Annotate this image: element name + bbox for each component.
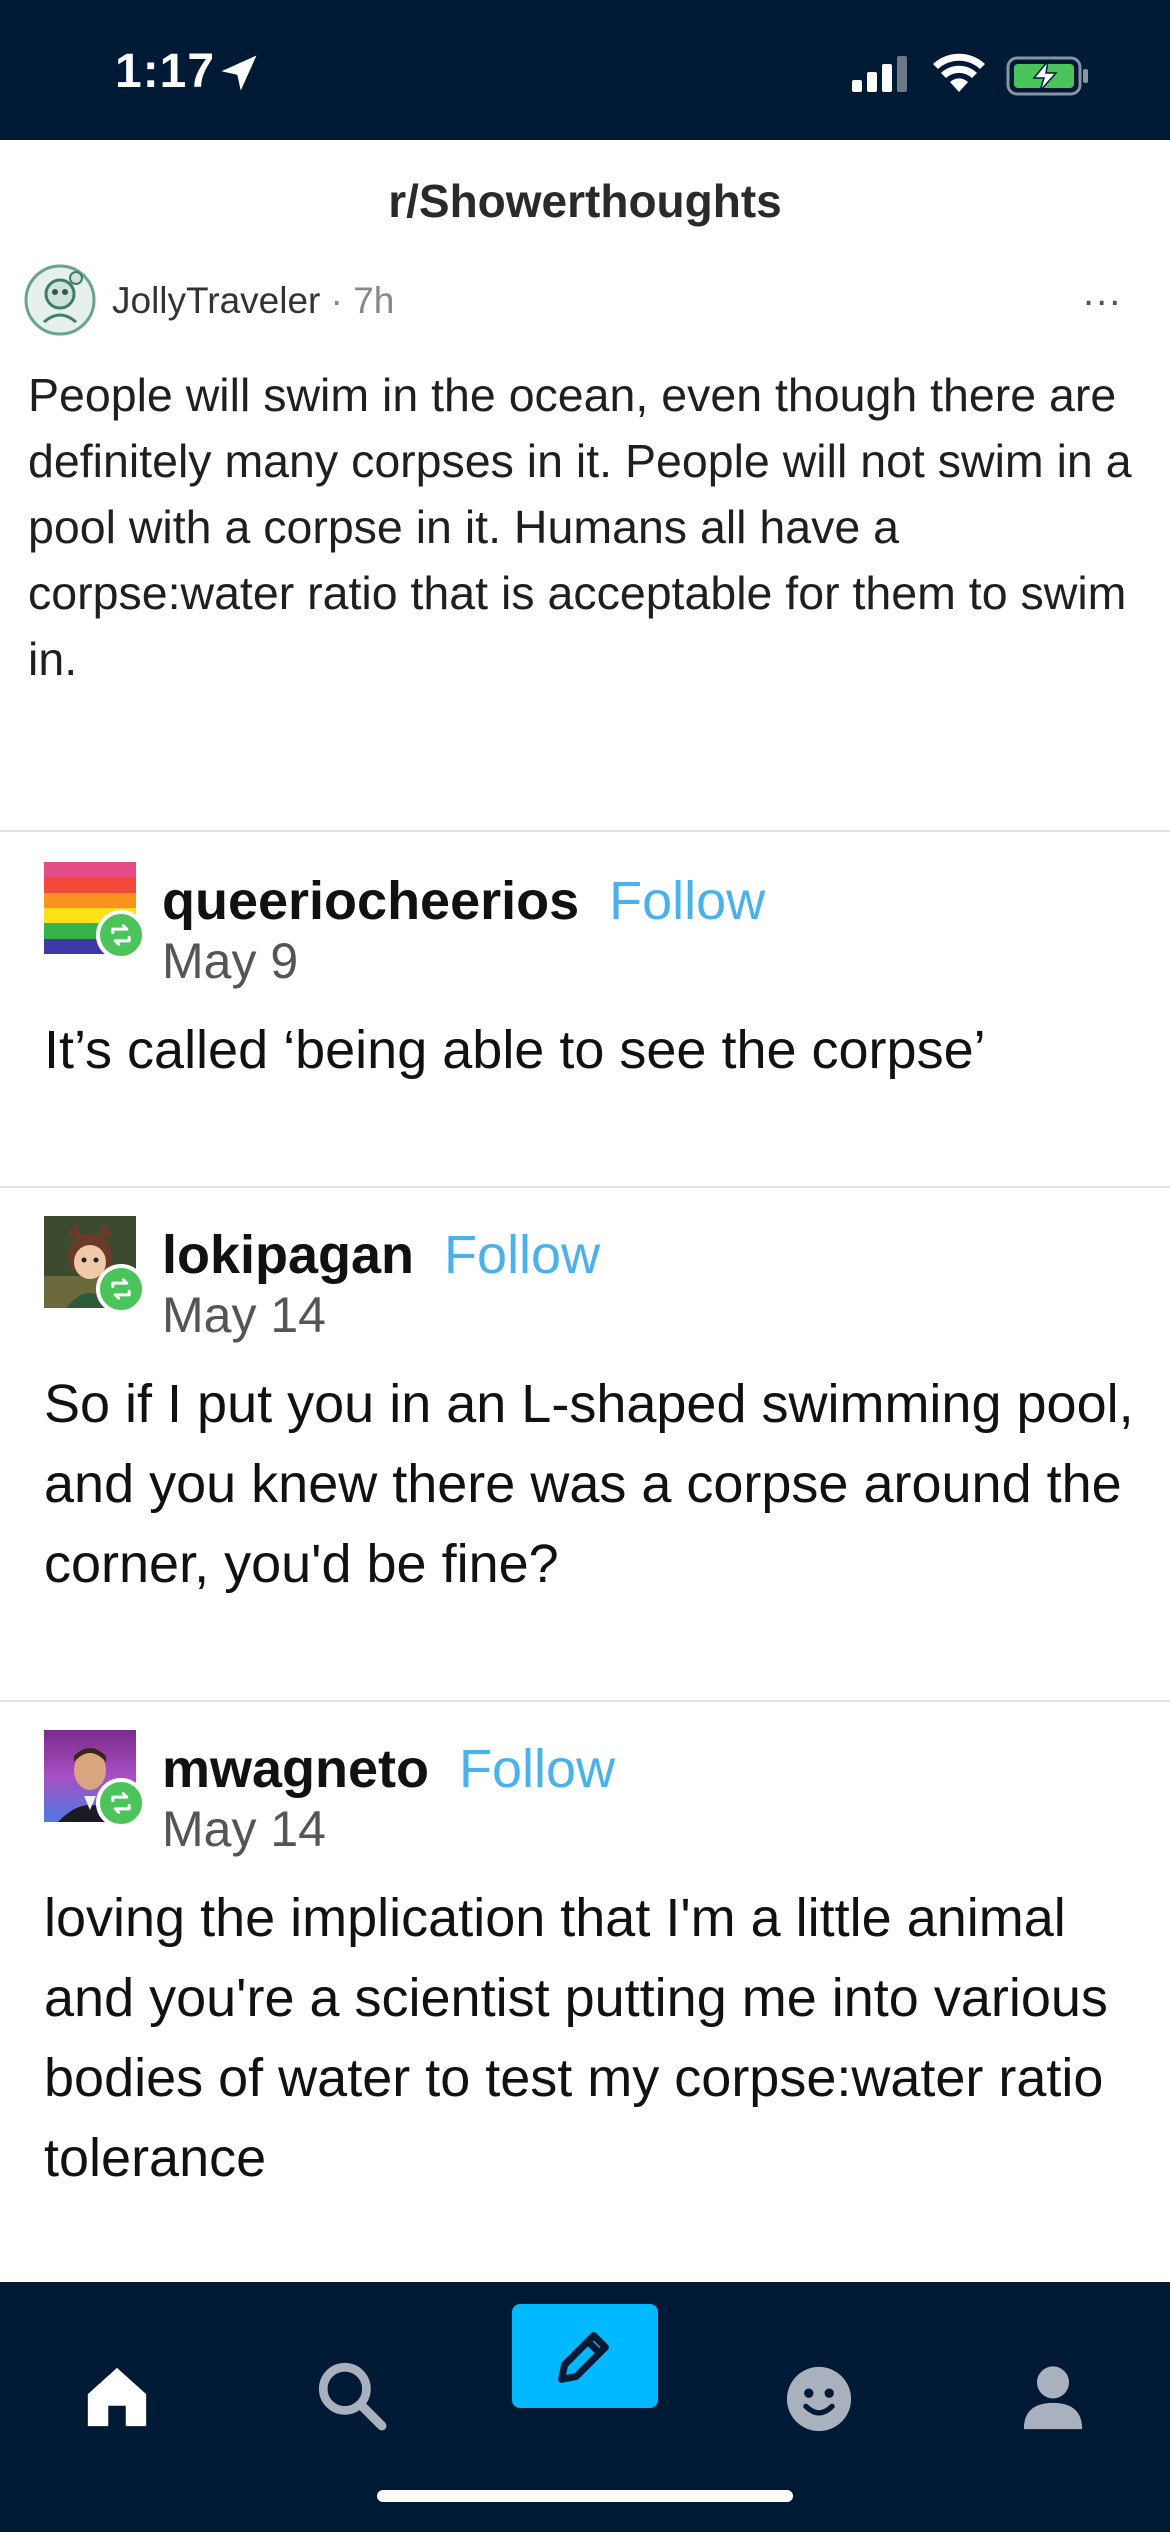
reply-date: May 14 [162, 1801, 326, 1857]
op-user-line: JollyTraveler · 7h [112, 280, 394, 322]
compose-icon [558, 2332, 609, 2383]
reply-username[interactable]: queeriocheerios [162, 871, 579, 931]
op-time: 7h [353, 280, 395, 321]
reply-text: It’s called ‘being able to see the corps… [44, 1020, 986, 1080]
signal-icon [852, 56, 907, 92]
reply-date: May 14 [162, 1287, 326, 1343]
reply-text: loving the implication that I'm a little… [44, 1888, 1108, 2188]
activity-icon[interactable] [784, 2324, 854, 2474]
home-icon[interactable] [82, 2322, 152, 2472]
reply-header: lokipagan Follow [162, 1224, 600, 1286]
divider [0, 830, 1170, 832]
op-username[interactable]: JollyTraveler [112, 280, 320, 321]
op-avatar[interactable] [24, 264, 96, 336]
follow-button[interactable]: Follow [459, 1739, 615, 1799]
battery-charging-icon [1006, 56, 1088, 96]
op-post: r/Showerthoughts JollyTraveler · 7h ... … [0, 140, 1170, 830]
reblog-icon [96, 910, 146, 960]
op-separator: · [330, 280, 343, 321]
reply-username[interactable]: mwagneto [162, 1739, 429, 1799]
status-bar: 1:17 [0, 0, 1170, 140]
reblog-icon [96, 1778, 146, 1828]
reblog-icon [96, 1264, 146, 1314]
subreddit-title: r/Showerthoughts [388, 175, 782, 227]
search-icon[interactable] [314, 2320, 388, 2470]
reply-header: mwagneto Follow [162, 1738, 615, 1800]
wifi-icon [933, 53, 985, 92]
reply-date: May 9 [162, 933, 299, 989]
reply-username[interactable]: lokipagan [162, 1225, 414, 1285]
follow-button[interactable]: Follow [444, 1225, 600, 1285]
more-options-button[interactable]: ... [1083, 270, 1122, 315]
account-icon[interactable] [1018, 2322, 1088, 2472]
location-arrow-icon [221, 55, 257, 91]
home-indicator[interactable] [377, 2490, 793, 2502]
status-time: 1:17 [115, 45, 216, 98]
reply-text: So if I put you in an L-shaped swimming … [44, 1374, 1134, 1594]
op-body-text: People will swim in the ocean, even thou… [28, 369, 1132, 685]
divider [0, 1186, 1170, 1188]
divider [0, 1700, 1170, 1702]
compose-button[interactable] [512, 2304, 658, 2408]
follow-button[interactable]: Follow [609, 871, 765, 931]
reply-header: queeriocheerios Follow [162, 870, 765, 932]
